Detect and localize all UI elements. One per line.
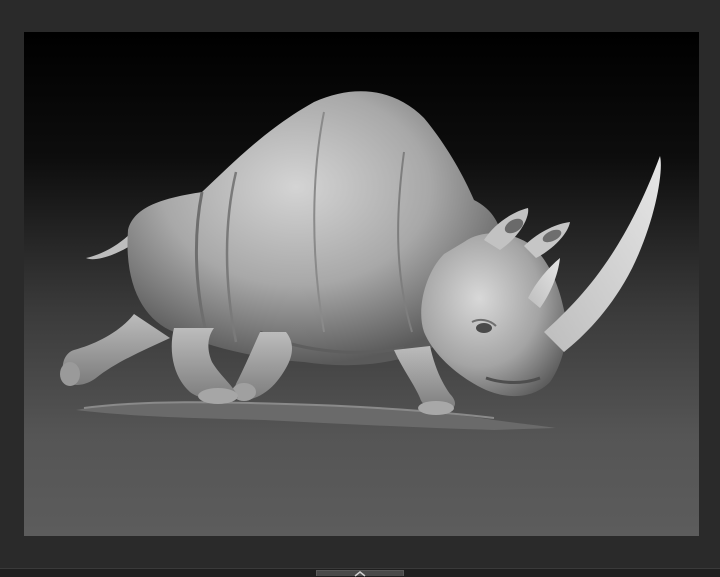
horn-large xyxy=(544,156,661,352)
3d-viewport[interactable] xyxy=(24,32,699,536)
bottom-shelf-toggle[interactable] xyxy=(316,570,404,577)
application-window xyxy=(0,0,720,577)
rhino-model xyxy=(60,91,661,430)
head xyxy=(421,233,567,397)
eye xyxy=(476,323,492,333)
